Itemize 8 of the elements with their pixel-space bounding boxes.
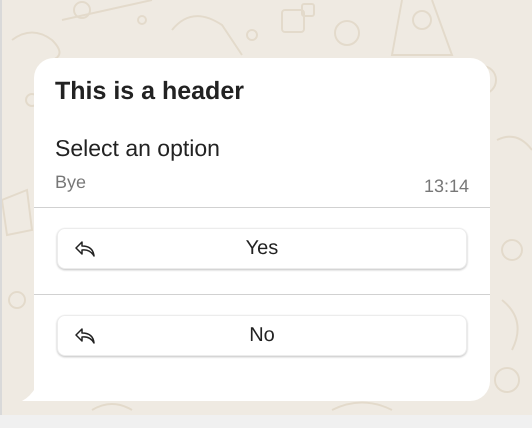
message-time: 13:14 bbox=[424, 176, 469, 197]
message-header: This is a header bbox=[55, 76, 245, 106]
message-footer: Bye bbox=[55, 172, 86, 193]
reply-button[interactable]: Yes bbox=[57, 228, 467, 269]
reply-button[interactable]: No bbox=[57, 315, 467, 356]
reply-icon bbox=[74, 240, 96, 258]
message-body: Select an option bbox=[55, 134, 221, 162]
reply-icon bbox=[74, 326, 96, 344]
